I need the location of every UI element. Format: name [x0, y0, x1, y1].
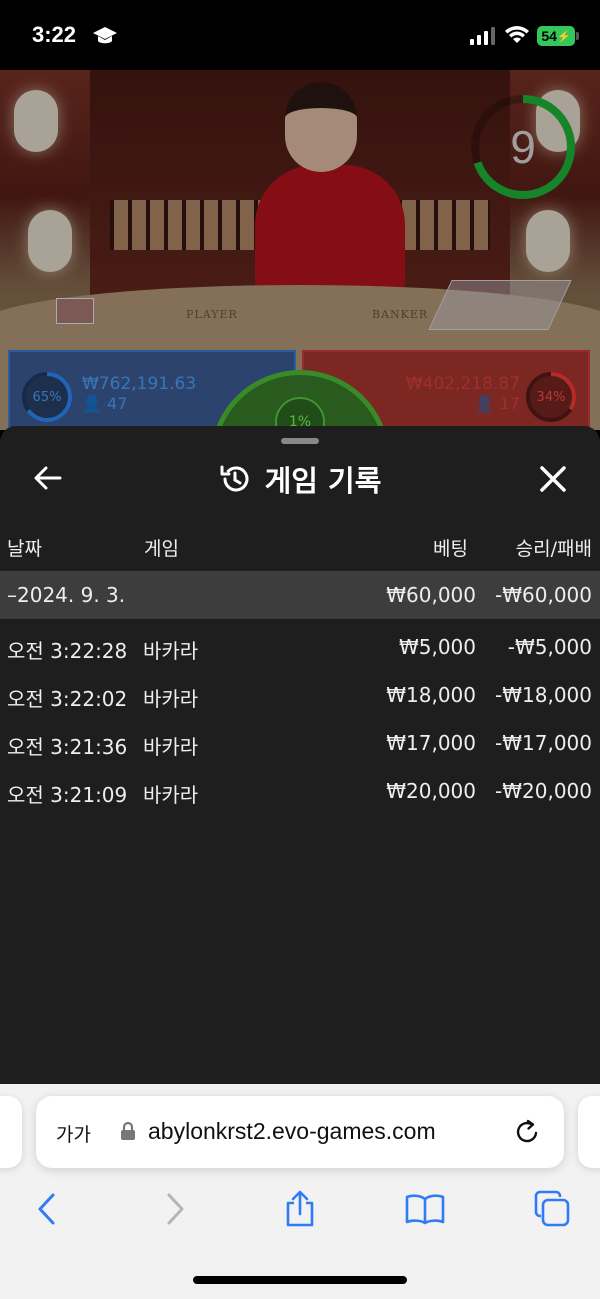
- share-button[interactable]: [275, 1184, 325, 1234]
- row-bet: ₩20,000: [386, 779, 476, 803]
- row-result: -₩17,000: [495, 731, 592, 755]
- forward-nav-button[interactable]: [150, 1184, 200, 1234]
- cellular-signal-icon: [470, 27, 495, 45]
- status-time: 3:22: [32, 22, 77, 47]
- home-indicator: [193, 1276, 407, 1284]
- date-group-bet-total: ₩60,000: [386, 583, 476, 607]
- text-size-button[interactable]: 가가: [56, 1120, 91, 1147]
- history-row[interactable]: 오전 3:22:28 바카라 ₩5,000 -₩5,000: [0, 623, 600, 671]
- close-button[interactable]: [532, 458, 574, 500]
- chevron-left-icon: [38, 1193, 55, 1225]
- row-bet: ₩18,000: [386, 683, 476, 707]
- date-group-result-total: -₩60,000: [495, 583, 592, 607]
- row-time: 오전 3:21:36: [7, 735, 128, 759]
- column-header-bet: 베팅: [433, 538, 468, 560]
- charging-icon: ⚡: [556, 30, 571, 43]
- address-bar[interactable]: 가가 abylonkrst2.evo-games.com: [36, 1096, 564, 1168]
- lock-icon: [121, 1121, 135, 1140]
- previous-tab-peek[interactable]: [0, 1096, 22, 1168]
- close-icon: [540, 466, 566, 492]
- column-header-game: 게임: [144, 538, 179, 560]
- row-time: 오전 3:21:09: [7, 783, 128, 807]
- next-tab-peek[interactable]: [578, 1096, 600, 1168]
- row-bet: ₩17,000: [386, 731, 476, 755]
- battery-tip: [576, 32, 579, 40]
- history-row[interactable]: 오전 3:21:36 바카라 ₩17,000 -₩17,000: [0, 719, 600, 767]
- history-row[interactable]: 오전 3:21:09 바카라 ₩20,000 -₩20,000: [0, 767, 600, 815]
- column-header-date: 날짜: [7, 538, 42, 560]
- url-text[interactable]: abylonkrst2.evo-games.com: [148, 1118, 436, 1145]
- row-result: -₩18,000: [495, 683, 592, 707]
- bookmarks-button[interactable]: [400, 1184, 450, 1234]
- reload-icon[interactable]: [514, 1118, 542, 1146]
- row-result: -₩20,000: [495, 779, 592, 803]
- row-time: 오전 3:22:28: [7, 639, 128, 663]
- row-game: 바카라: [143, 783, 199, 807]
- row-game: 바카라: [143, 639, 199, 663]
- sheet-grabber[interactable]: [281, 438, 319, 444]
- row-game: 바카라: [143, 687, 199, 711]
- back-button[interactable]: [28, 458, 68, 498]
- row-game: 바카라: [143, 735, 199, 759]
- row-bet: ₩5,000: [398, 635, 476, 659]
- chevron-right-icon: [167, 1193, 184, 1225]
- browser-toolbar: 가가 abylonkrst2.evo-games.com: [0, 1084, 600, 1299]
- status-bar: 3:22 54 ⚡: [0, 0, 600, 70]
- wifi-icon: [505, 26, 529, 43]
- tabs-icon: [534, 1190, 570, 1227]
- date-group-label: –2024. 9. 3.: [7, 583, 126, 607]
- battery-indicator: 54 ⚡: [537, 26, 575, 46]
- history-row[interactable]: 오전 3:22:02 바카라 ₩18,000 -₩18,000: [0, 671, 600, 719]
- share-icon: [286, 1190, 314, 1227]
- game-history-sheet: 게임 기록 날짜 게임 베팅 승리/패배 –2024. 9. 3. ₩60,00…: [0, 426, 600, 1086]
- arrow-left-icon: [34, 466, 62, 490]
- battery-level: 54: [541, 28, 557, 44]
- column-header-result: 승리/패배: [515, 538, 592, 560]
- row-result: -₩5,000: [507, 635, 592, 659]
- graduation-cap-icon: [93, 27, 117, 44]
- video-dim-overlay: [0, 70, 600, 430]
- tabs-button[interactable]: [527, 1184, 577, 1234]
- sheet-title: 게임 기록: [264, 464, 382, 498]
- date-group-row[interactable]: –2024. 9. 3. ₩60,000 -₩60,000: [0, 571, 600, 619]
- row-time: 오전 3:22:02: [7, 687, 128, 711]
- back-nav-button[interactable]: [22, 1184, 72, 1234]
- sheet-header: 게임 기록: [0, 458, 600, 500]
- history-icon: [220, 465, 249, 492]
- book-icon: [405, 1194, 445, 1225]
